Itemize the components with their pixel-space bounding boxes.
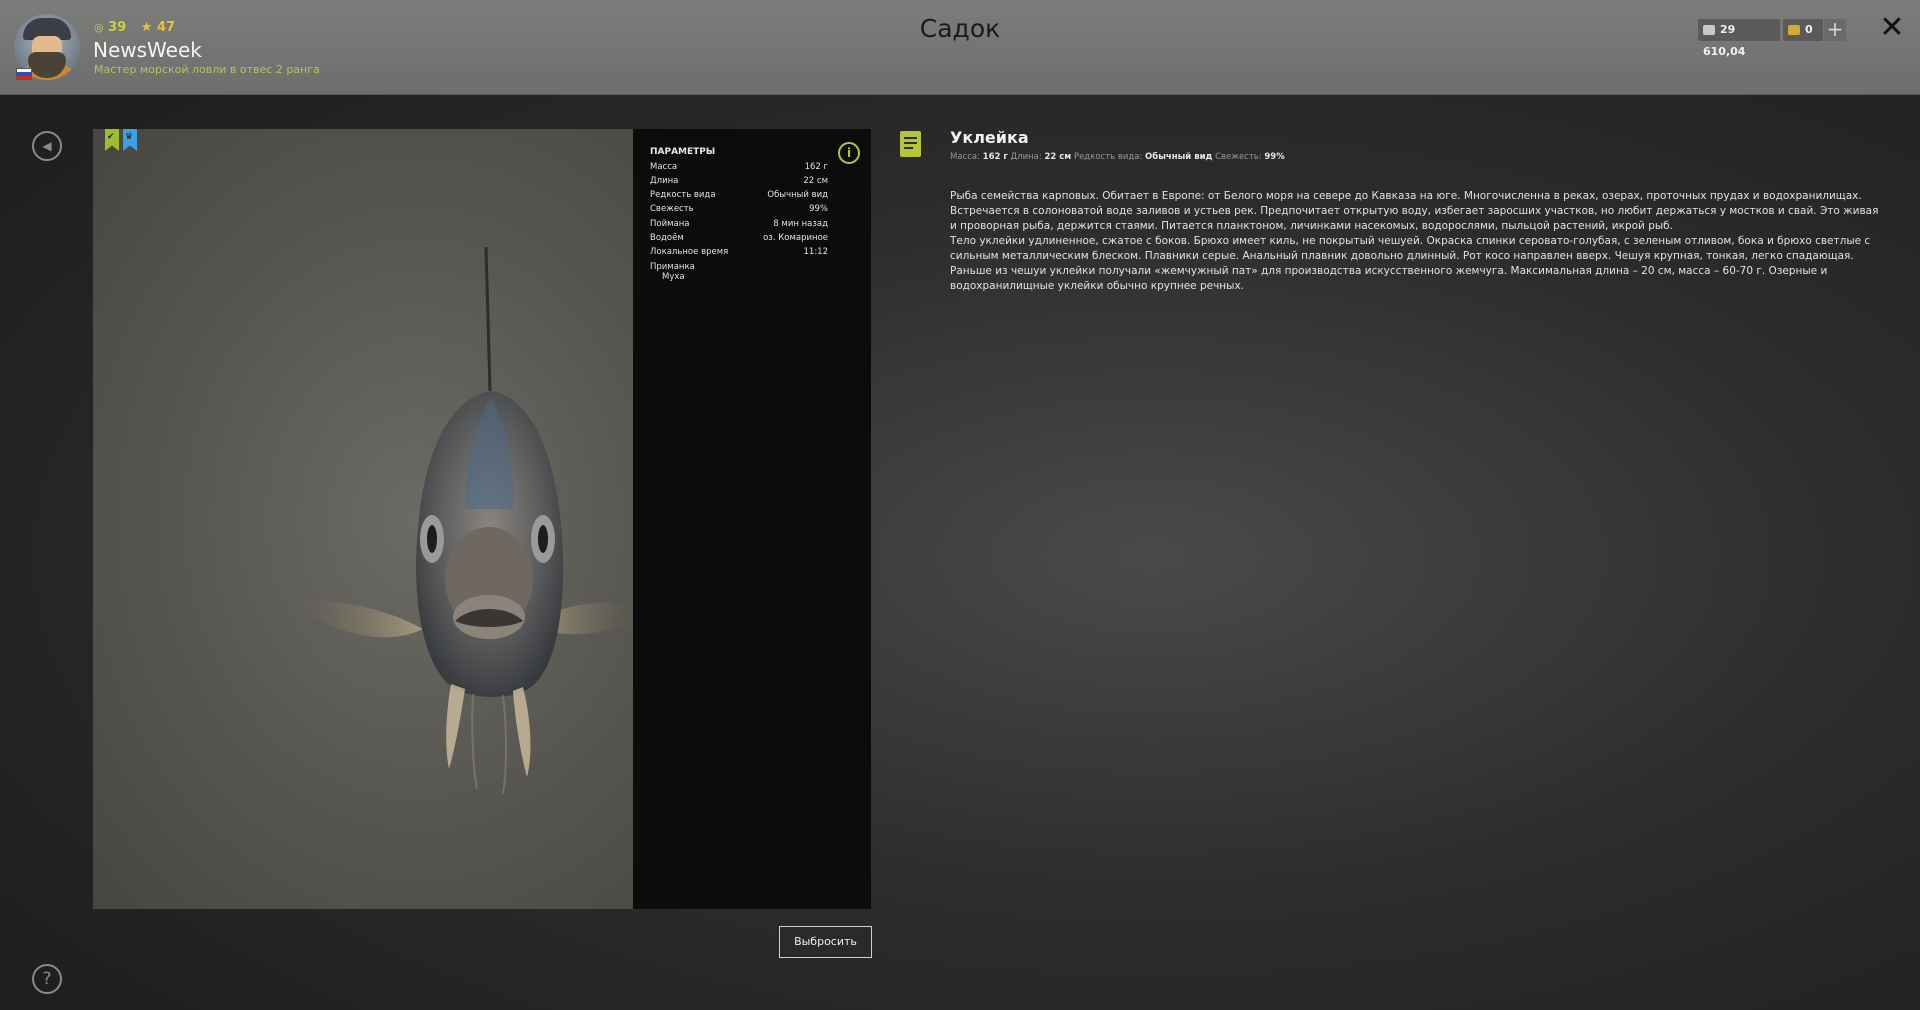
summary-rarity: Обычный вид bbox=[1145, 152, 1213, 162]
param-row: Редкость вида Обычный вид bbox=[650, 190, 828, 204]
fish-3d-viewport[interactable]: ✔ ♛ bbox=[93, 129, 633, 909]
parameters-panel: ПАРАМЕТРЫ i Масса 162 г Длина 22 см Редк… bbox=[633, 129, 871, 909]
gold-amount: 0 bbox=[1805, 23, 1813, 36]
silver-balance: 29 610,04 bbox=[1698, 19, 1780, 58]
summary-length-label: Длина: bbox=[1010, 152, 1042, 162]
gold-balance: 0 bbox=[1783, 19, 1823, 41]
param-value: 162 г bbox=[804, 162, 828, 172]
param-row: Длина 22 см bbox=[650, 176, 828, 190]
description-paragraph: Тело уклейки удлиненное, сжатое с боков.… bbox=[950, 235, 1871, 292]
note-icon bbox=[900, 131, 921, 157]
add-currency-button[interactable]: + bbox=[1824, 19, 1846, 41]
param-value: 22 см bbox=[803, 176, 828, 186]
param-label: Локальное время bbox=[650, 247, 729, 257]
param-label: Поймана bbox=[650, 219, 690, 229]
summary-length: 22 см bbox=[1044, 152, 1072, 162]
back-icon[interactable]: ◀ bbox=[32, 131, 62, 161]
parameters-title: ПАРАМЕТРЫ bbox=[650, 147, 716, 157]
summary-mass: 162 г bbox=[982, 152, 1008, 162]
player-rank: Мастер морской ловли в отвес 2 ранга bbox=[94, 63, 320, 76]
fish-description: Рыба семейства карповых. Обитает в Европ… bbox=[950, 189, 1880, 294]
param-row: Масса 162 г bbox=[650, 162, 828, 176]
param-label: Редкость вида bbox=[650, 190, 716, 200]
summary-freshness-label: Свежесть: bbox=[1215, 152, 1262, 162]
description-paragraph: Рыба семейства карповых. Обитает в Европ… bbox=[950, 190, 1879, 232]
silver-coin-icon bbox=[1703, 25, 1715, 35]
bait-value: Муха bbox=[662, 272, 685, 282]
gold-coin-icon bbox=[1788, 25, 1800, 35]
param-row: Поймана 8 мин назад bbox=[650, 219, 828, 233]
param-value: Обычный вид bbox=[767, 190, 828, 200]
param-row: Водоём оз. Комариное bbox=[650, 233, 828, 247]
top-bar: ◎ 39 ★ 47 NewsWeek Мастер морской ловли … bbox=[0, 0, 1920, 95]
fish-name: Уклейка bbox=[950, 128, 1029, 147]
param-value: оз. Комариное bbox=[763, 233, 828, 243]
help-icon[interactable]: ? bbox=[32, 964, 62, 994]
discard-button[interactable]: Выбросить bbox=[779, 926, 872, 958]
russia-flag-icon bbox=[16, 68, 32, 80]
param-label: Длина bbox=[650, 176, 679, 186]
close-icon[interactable]: ✕ bbox=[1876, 12, 1908, 44]
param-value: 11:12 bbox=[803, 247, 829, 257]
param-value: 8 мин назад bbox=[773, 219, 828, 229]
info-icon[interactable]: i bbox=[838, 142, 860, 164]
param-value: 99% bbox=[809, 204, 828, 214]
fish-summary: Масса: 162 г Длина: 22 см Редкость вида:… bbox=[950, 152, 1285, 162]
summary-rarity-label: Редкость вида: bbox=[1073, 152, 1143, 162]
param-label: Свежесть bbox=[650, 204, 694, 214]
fish-model bbox=[288, 246, 633, 795]
bait-label: Приманка bbox=[650, 262, 695, 272]
param-row: Локальное время 11:12 bbox=[650, 247, 828, 261]
param-label: Масса bbox=[650, 162, 678, 172]
param-label: Водоём bbox=[650, 233, 684, 243]
summary-freshness: 99% bbox=[1264, 152, 1285, 162]
page-title: Садок bbox=[919, 14, 1001, 43]
param-row: Свежесть 99% bbox=[650, 204, 828, 218]
summary-mass-label: Масса: bbox=[950, 152, 980, 162]
